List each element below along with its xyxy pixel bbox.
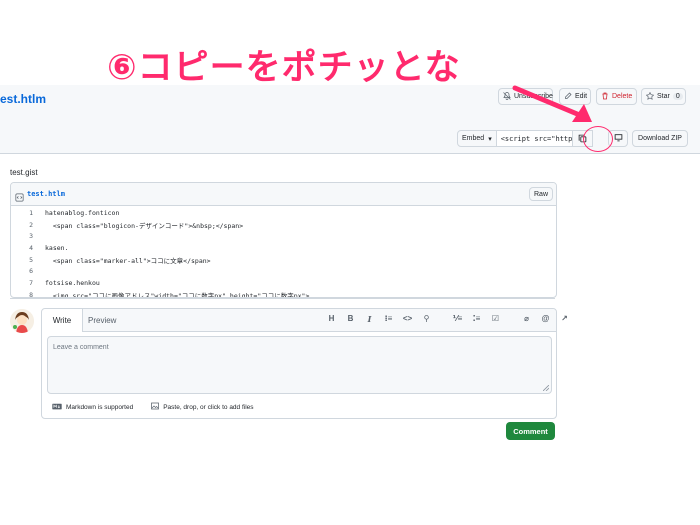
heading-icon[interactable]: H: [322, 314, 341, 324]
highlight-circle: [583, 126, 613, 152]
annotation-text: ⑥コピーをポチッとな: [107, 48, 461, 88]
file-header: test.htlm Raw: [11, 183, 556, 206]
bold-icon[interactable]: B: [341, 314, 360, 324]
markdown-help-link[interactable]: Markdown is supported: [52, 402, 133, 412]
unsubscribe-label: Unsubscribe: [514, 93, 553, 100]
pencil-icon: [564, 91, 572, 102]
quote-icon[interactable]: ⁝≡: [379, 314, 398, 324]
comment-placeholder: Leave a comment: [53, 344, 109, 351]
code-line: 1 hatenablog.fonticon: [11, 207, 556, 219]
toolbar-divider: [436, 314, 448, 324]
italic-icon[interactable]: I: [360, 314, 379, 324]
code-line: 3: [11, 230, 556, 242]
bullet-list-icon[interactable]: ⁚≡: [467, 314, 486, 324]
attach-files-link[interactable]: Paste, drop, or click to add files: [151, 402, 254, 412]
file-name-link[interactable]: test.htlm: [27, 190, 65, 198]
file-box: test.htlm Raw 1 hatenablog.fonticon 2 <sp…: [10, 182, 557, 298]
code-listing: 1 hatenablog.fonticon 2 <span class="blog…: [11, 207, 556, 298]
embed-group: Embed ▾ <script src="https://: [457, 130, 593, 147]
line-number[interactable]: 8: [11, 291, 45, 297]
comment-form: Write Preview H B I ⁝≡ <> ⚲ ⅟≡ ⁚≡ ☑ ⌀ @ …: [41, 308, 568, 419]
code-line: 2 <span class="blogicon-デザインコード">&nbsp;<…: [11, 219, 556, 231]
unsubscribe-button[interactable]: Unsubscribe: [498, 88, 553, 105]
code-line: 8 <img src="ココに画像アドレス"width="ココに数字px" he…: [11, 289, 556, 298]
code-file-icon: [15, 189, 24, 207]
delete-button[interactable]: Delete: [596, 88, 637, 105]
line-code: kasen.: [45, 243, 69, 252]
star-icon: [645, 91, 655, 102]
code-line: 5 <span class="marker-all">ココに文章</span>: [11, 254, 556, 266]
markdown-label: Markdown is supported: [66, 403, 134, 411]
edit-button[interactable]: Edit: [559, 88, 591, 105]
line-number[interactable]: 4: [11, 244, 45, 252]
code-line: 7 fotsise.henkou: [11, 277, 556, 289]
mention-icon[interactable]: @: [536, 314, 555, 324]
edit-label: Edit: [575, 93, 588, 100]
line-code: hatenablog.fonticon: [45, 208, 120, 217]
line-number[interactable]: 7: [11, 279, 45, 287]
embed-select[interactable]: Embed ▾: [457, 130, 497, 147]
line-number[interactable]: 6: [11, 267, 45, 275]
bell-slash-icon: [503, 91, 511, 102]
code-icon[interactable]: <>: [398, 314, 417, 324]
trash-icon: [601, 92, 609, 102]
task-list-icon[interactable]: ☑: [486, 314, 505, 324]
comment-submit-button[interactable]: Comment: [506, 422, 555, 440]
star-count: 0: [672, 93, 683, 100]
raw-button[interactable]: Raw: [529, 187, 554, 201]
gist-title-link[interactable]: est.htlm: [0, 92, 46, 106]
image-icon: [151, 402, 160, 412]
markdown-toolbar: H B I ⁝≡ <> ⚲ ⅟≡ ⁚≡ ☑ ⌀ @ ↗: [322, 314, 574, 324]
gist-description: test.gist: [10, 168, 38, 177]
avatar-figure-icon: [10, 309, 34, 333]
resize-handle-icon[interactable]: [543, 385, 549, 391]
raw-label: Raw: [534, 190, 549, 198]
line-code: <span class="blogicon-デザインコード">&nbsp;</s…: [45, 221, 244, 230]
line-number[interactable]: 5: [11, 256, 45, 264]
attach-icon[interactable]: ⌀: [517, 314, 536, 324]
line-number[interactable]: 2: [11, 221, 45, 229]
numbered-list-icon[interactable]: ⅟≡: [448, 314, 467, 324]
comment-footer: Markdown is supported Paste, drop, or cl…: [52, 402, 254, 412]
line-number[interactable]: 3: [11, 232, 45, 240]
embed-code-input[interactable]: <script src="https://: [496, 130, 573, 147]
line-number[interactable]: 1: [11, 209, 45, 217]
attach-label: Paste, drop, or click to add files: [163, 403, 254, 411]
embed-label: Embed: [462, 135, 485, 142]
tab-write[interactable]: Write: [42, 309, 83, 332]
delete-label: Delete: [612, 93, 633, 100]
comment-tabs: Write Preview H B I ⁝≡ <> ⚲ ⅟≡ ⁚≡ ☑ ⌀ @ …: [42, 309, 568, 332]
star-button[interactable]: Star 0: [641, 88, 686, 105]
tab-preview[interactable]: Preview: [88, 316, 116, 325]
code-line: 6: [11, 265, 556, 277]
comment-textarea[interactable]: Leave a comment: [47, 336, 552, 394]
star-label: Star: [657, 93, 670, 100]
toolbar-divider: [505, 314, 517, 324]
line-code: <img src="ココに画像アドレス"width="ココに数字px" heig…: [45, 291, 310, 298]
reference-icon[interactable]: ↗: [555, 314, 574, 324]
caret-down-icon: ▾: [488, 135, 492, 143]
download-label: Download ZIP: [638, 135, 682, 142]
link-icon[interactable]: ⚲: [417, 314, 436, 324]
avatar[interactable]: [10, 309, 34, 333]
code-line: 4 kasen.: [11, 242, 556, 254]
divider: [10, 298, 555, 299]
desktop-icon: [614, 133, 623, 144]
download-zip-button[interactable]: Download ZIP: [632, 130, 688, 147]
line-code: fotsise.henkou: [45, 278, 100, 287]
line-code: <span class="marker-all">ココに文章</span>: [45, 256, 211, 265]
markdown-icon: [52, 403, 62, 412]
